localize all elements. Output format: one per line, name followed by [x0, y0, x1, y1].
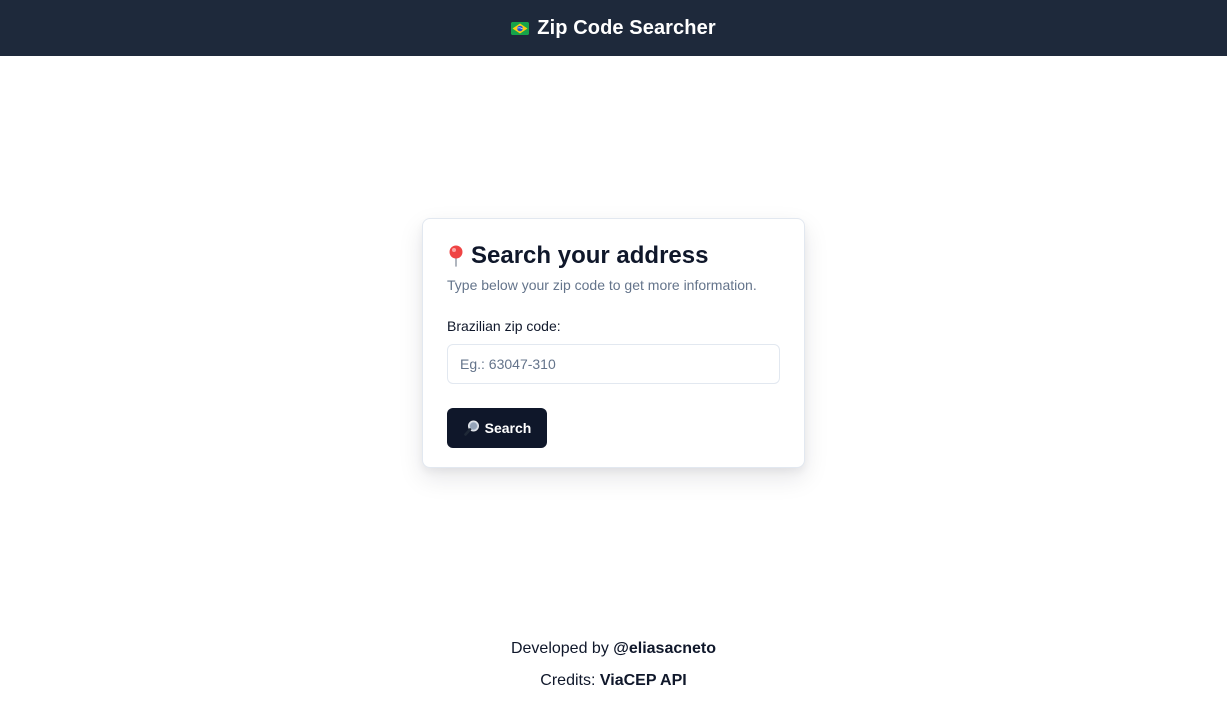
zip-code-label: Brazilian zip code:	[447, 318, 561, 334]
api-credit: Credits: ViaCEP API	[0, 668, 1227, 694]
search-card: Search your address Type below your zip …	[422, 218, 805, 468]
zip-code-input[interactable]	[447, 344, 780, 384]
app-title-text: Zip Code Searcher	[537, 16, 716, 39]
search-button-label: Search	[484, 420, 532, 436]
top-navbar: Zip Code Searcher	[0, 0, 1227, 56]
search-button[interactable]: Search	[447, 408, 547, 448]
developer-link[interactable]: @eliasacneto	[613, 640, 716, 657]
brazil-flag-icon	[511, 21, 530, 35]
viacep-link[interactable]: ViaCEP API	[600, 672, 687, 689]
magnifier-icon	[463, 419, 481, 437]
card-title: Search your address	[447, 241, 780, 271]
card-subtitle: Type below your zip code to get more inf…	[447, 277, 757, 293]
credits-prefix: Credits:	[540, 672, 600, 689]
card-title-text: Search your address	[471, 242, 709, 269]
developer-credit: Developed by @eliasacneto	[0, 636, 1227, 662]
page-footer: Developed by @eliasacneto Credits: ViaCE…	[0, 636, 1227, 700]
developer-prefix: Developed by	[510, 640, 614, 657]
pin-icon	[447, 244, 465, 268]
app-title: Zip Code Searcher	[511, 16, 716, 40]
